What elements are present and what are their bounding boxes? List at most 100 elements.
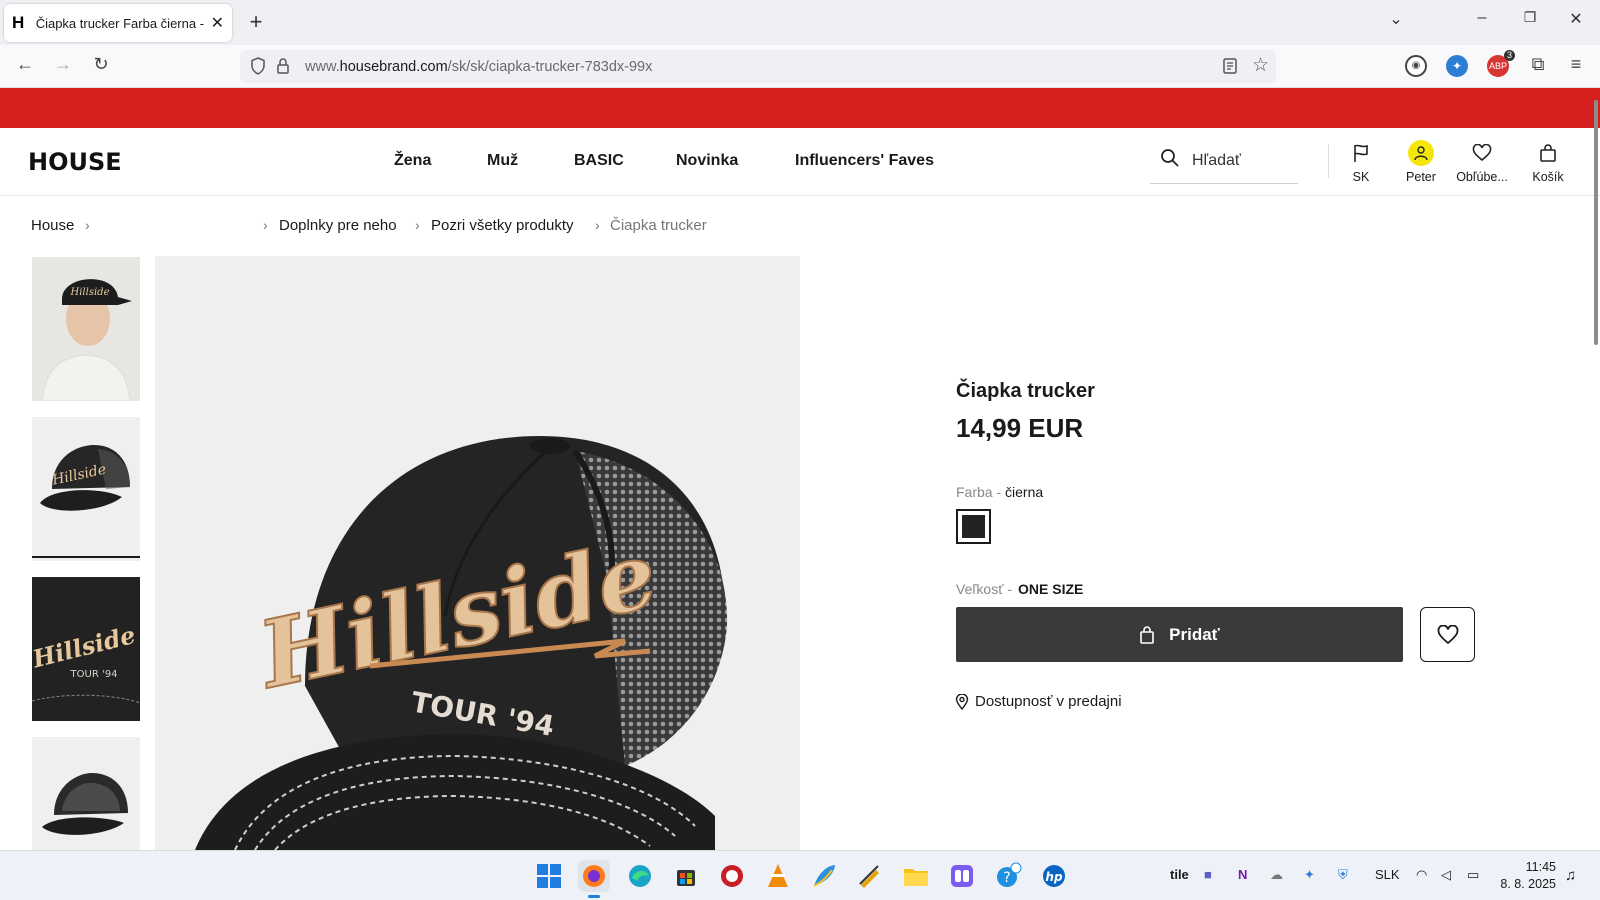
extensions-puzzle-icon[interactable]: ⧉ <box>1525 54 1551 75</box>
adblock-extension-icon[interactable]: ABP 3 <box>1487 50 1515 77</box>
main-product-image[interactable]: Hillside TOUR '94 <box>155 256 800 850</box>
color-label-row: Farba - čierna <box>956 484 1043 500</box>
size-label: Veľkosť - <box>956 581 1013 597</box>
shopping-bag-icon <box>1140 625 1154 644</box>
thumbnail-model[interactable]: Hillside <box>32 257 140 401</box>
lock-icon[interactable] <box>276 57 290 75</box>
windows-start-icon[interactable] <box>533 860 565 892</box>
minimize-icon[interactable]: – <box>1470 9 1494 27</box>
vlc-icon[interactable] <box>762 860 794 892</box>
windows-taskbar: ? hp tile ■ N ☁ ✦ ⛨ SLK ◠ ◁ ▭ 11:45 8. 8… <box>0 850 1600 900</box>
heart-icon <box>1472 144 1492 162</box>
add-to-favorites-button[interactable] <box>1420 607 1475 662</box>
tab-list-icon[interactable]: ⌄ <box>1384 9 1408 29</box>
url-text[interactable]: www.housebrand.com/sk/sk/ciapka-trucker-… <box>305 59 652 75</box>
breadcrumb-all-products[interactable]: Pozri všetky produkty <box>431 217 574 234</box>
region-label: SK <box>1352 170 1370 184</box>
store-availability-link[interactable]: Dostupnosť v predajni <box>955 693 1122 710</box>
firefox-icon[interactable] <box>578 860 610 892</box>
onenote-tray-icon[interactable]: N <box>1238 867 1247 882</box>
reader-view-icon[interactable] <box>1222 57 1238 75</box>
cloud-tray-icon[interactable]: ☁ <box>1270 867 1283 883</box>
security-tray-icon[interactable]: ⛨ <box>1338 867 1348 883</box>
active-app-indicator <box>588 895 600 898</box>
restore-icon[interactable]: ❐ <box>1518 9 1542 26</box>
edge-icon[interactable] <box>624 860 656 892</box>
model-wearing-cap-image: Hillside <box>32 257 140 401</box>
window-close-icon[interactable]: ✕ <box>1564 9 1588 29</box>
add-to-cart-label: Pridať <box>1169 624 1220 644</box>
pencil-app-icon[interactable] <box>854 860 886 892</box>
nav-novinka[interactable]: Novinka <box>676 152 738 170</box>
promo-banner[interactable] <box>0 88 1600 128</box>
extension-bird-icon[interactable]: ✦ <box>1446 55 1468 77</box>
product-price: 14,99 EUR <box>956 413 1084 443</box>
forward-icon[interactable]: → <box>50 54 76 75</box>
shield-icon[interactable] <box>250 57 266 75</box>
thumbnail-cap-side[interactable]: Hillside <box>32 417 140 561</box>
address-bar[interactable]: www.housebrand.com/sk/sk/ciapka-trucker-… <box>240 50 1276 83</box>
widgets-app-icon[interactable] <box>946 860 978 892</box>
page-scrollbar[interactable] <box>1594 100 1598 345</box>
cart-button[interactable]: Košík <box>1516 140 1580 184</box>
nav-basic[interactable]: BASIC <box>574 152 624 170</box>
nav-influencers-faves[interactable]: Influencers' Faves <box>795 152 934 170</box>
search-placeholder: Hľadať <box>1192 152 1241 169</box>
favorites-label: Obľúbe... <box>1456 170 1508 184</box>
thumbnail-cap-back[interactable] <box>32 737 140 850</box>
battery-icon[interactable]: ▭ <box>1467 867 1479 883</box>
hp-icon[interactable]: hp <box>1038 860 1070 892</box>
teams-tray-icon[interactable]: ■ <box>1204 867 1212 882</box>
hamburger-menu-icon[interactable]: ≡ <box>1563 54 1589 75</box>
browser-tab-active[interactable]: H Čiapka trucker Farba čierna - HOUSE ✕ <box>4 4 232 42</box>
tray-tile-icon[interactable]: tile <box>1170 867 1189 882</box>
color-swatch-black[interactable] <box>956 509 991 544</box>
site-header: HOUSE Žena Muž BASIC Novinka Influencers… <box>0 128 1600 196</box>
helper-app-icon[interactable]: ? <box>992 860 1024 892</box>
breadcrumb-home[interactable]: House <box>31 217 74 234</box>
product-title: Čiapka trucker <box>956 380 1095 402</box>
add-to-cart-button[interactable]: Pridať <box>956 607 1403 662</box>
region-button[interactable]: SK <box>1329 140 1393 184</box>
size-label-row: Veľkosť - ONE SIZE <box>956 581 1083 597</box>
microsoft-store-icon[interactable] <box>670 860 702 892</box>
new-tab-icon[interactable]: + <box>244 9 268 35</box>
search-box[interactable]: Hľadať <box>1150 142 1298 184</box>
file-explorer-icon[interactable] <box>900 860 932 892</box>
notification-bell-icon[interactable]: ♫ <box>1565 867 1576 884</box>
breadcrumb-current: Čiapka trucker <box>610 217 707 234</box>
bird-tray-icon[interactable]: ✦ <box>1304 867 1315 883</box>
store-availability-label: Dostupnosť v predajni <box>975 693 1122 710</box>
cap-side-image: Hillside <box>32 417 140 557</box>
tab-favicon: H <box>12 13 25 32</box>
language-indicator[interactable]: SLK <box>1375 867 1400 882</box>
pdf-reader-icon[interactable] <box>716 860 748 892</box>
clock-date: 8. 8. 2025 <box>1500 877 1556 891</box>
favorites-button[interactable]: Obľúbe... <box>1450 140 1514 184</box>
heart-icon <box>1437 624 1458 644</box>
shopping-bag-icon <box>1540 144 1556 162</box>
chevron-right-icon: › <box>415 217 420 233</box>
cap-logo-closeup-image: Hillside TOUR '94 <box>32 577 140 721</box>
cart-label: Košík <box>1532 170 1564 184</box>
breadcrumb-doplnky[interactable]: Doplnky pre neho <box>279 217 397 234</box>
thumbnail-cap-closeup[interactable]: Hillside TOUR '94 <box>32 577 140 721</box>
reload-icon[interactable]: ↻ <box>88 54 114 75</box>
system-clock[interactable]: 11:45 8. 8. 2025 <box>1486 859 1556 893</box>
bookmark-star-icon[interactable]: ☆ <box>1252 54 1269 77</box>
nav-muz[interactable]: Muž <box>487 152 518 170</box>
account-label: Peter <box>1406 170 1436 184</box>
back-icon[interactable]: ← <box>12 54 38 75</box>
search-icon <box>1161 149 1179 167</box>
nav-zena[interactable]: Žena <box>394 152 431 170</box>
account-sync-icon[interactable]: ◉ <box>1405 55 1427 77</box>
chevron-right-icon: › <box>263 217 268 233</box>
house-logo[interactable]: HOUSE <box>28 148 122 176</box>
wifi-icon[interactable]: ◠ <box>1416 867 1427 883</box>
volume-icon[interactable]: ◁ <box>1441 867 1451 883</box>
account-button[interactable]: Peter <box>1389 140 1453 184</box>
feather-app-icon[interactable] <box>808 860 840 892</box>
svg-text:TOUR '94: TOUR '94 <box>70 669 118 680</box>
browser-nav-bar: ← → ↻ www.housebrand.com/sk/sk/ciapka-tr… <box>0 45 1600 88</box>
close-tab-icon[interactable]: ✕ <box>211 13 224 33</box>
